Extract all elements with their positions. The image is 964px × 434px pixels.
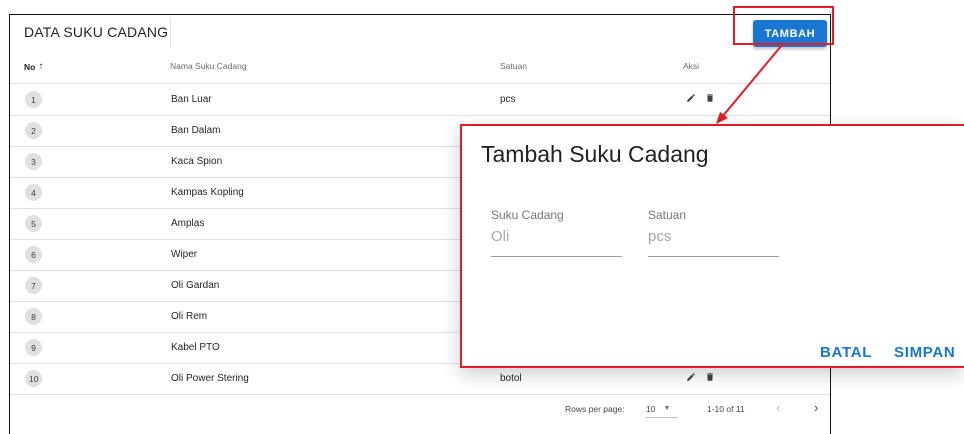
satuan-placeholder: pcs [648,228,672,245]
batal-button[interactable]: BATAL [820,344,872,361]
suku-cadang-label: Suku Cadang [491,208,564,222]
satuan-label: Satuan [648,208,687,222]
satuan-field[interactable]: Satuan pcs [648,208,779,257]
tambah-dialog: Tambah Suku Cadang Suku Cadang Oli Satua… [460,124,964,368]
simpan-button[interactable]: SIMPAN [894,344,955,361]
dialog-title: Tambah Suku Cadang [481,141,709,167]
suku-cadang-field[interactable]: Suku Cadang Oli [491,208,622,257]
suku-cadang-placeholder: Oli [491,228,510,245]
